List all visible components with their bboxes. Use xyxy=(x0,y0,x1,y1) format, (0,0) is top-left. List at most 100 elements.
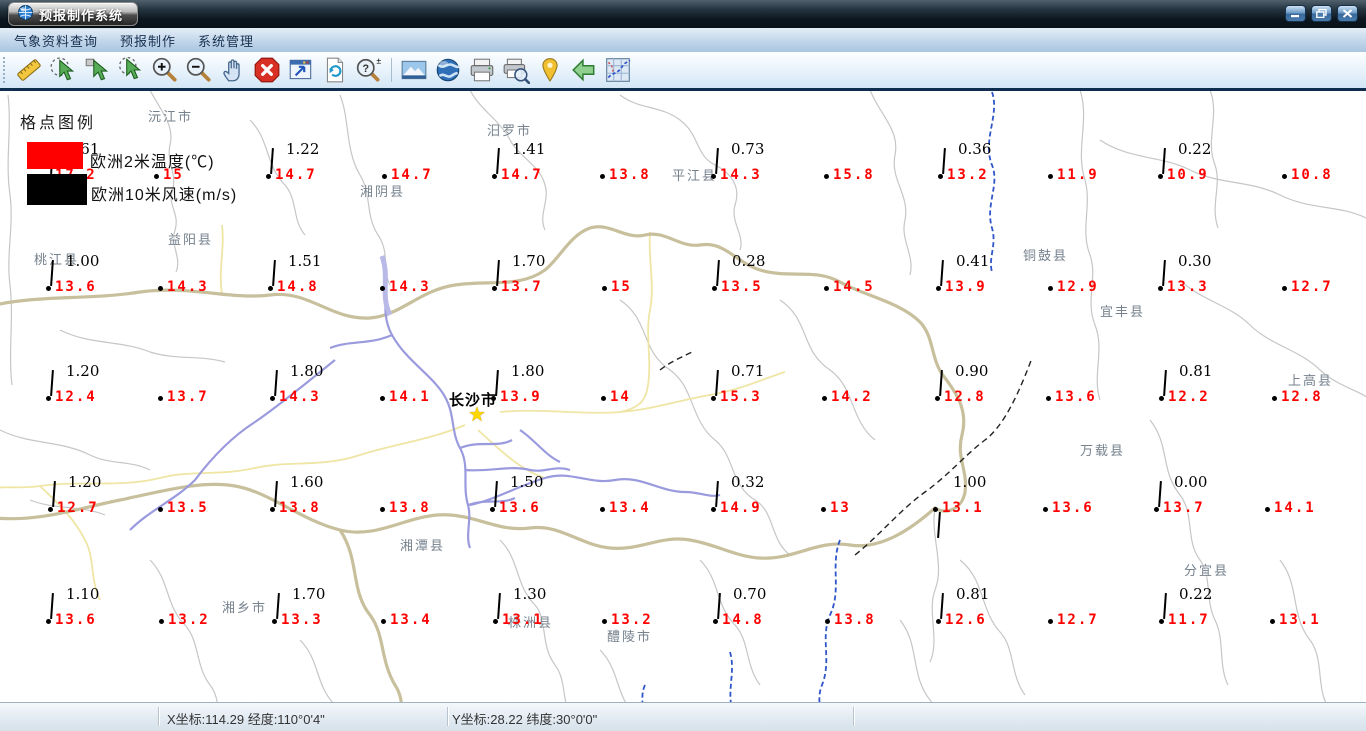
statusbar-divider xyxy=(158,707,159,726)
grid-point-temperature: 13.8 xyxy=(279,500,321,516)
wind-barb xyxy=(1158,480,1162,508)
map-city-label: 分宜县 xyxy=(1184,563,1230,578)
grid-point-dot xyxy=(1272,396,1277,401)
grid-point-temperature: 13.7 xyxy=(1163,500,1205,516)
grid-point-dot xyxy=(154,174,159,179)
grid-point-temperature: 10.9 xyxy=(1167,167,1209,183)
app-title-tab[interactable]: 预报制作系统 xyxy=(8,2,139,26)
grid-point-dot xyxy=(933,507,938,512)
select-arrow-icon[interactable] xyxy=(82,55,112,85)
measure-ruler-icon[interactable] xyxy=(14,55,44,85)
select-circle-icon[interactable] xyxy=(48,55,78,85)
minimize-button[interactable] xyxy=(1285,5,1306,22)
print-icon[interactable] xyxy=(467,55,497,85)
stop-cancel-icon[interactable] xyxy=(252,55,282,85)
grid-point-temperature: 12.2 xyxy=(1168,389,1210,405)
menu-weather-data-query[interactable]: 气象资料查询 xyxy=(14,31,98,50)
grid-point-temperature: 14.1 xyxy=(1274,500,1316,516)
toolbar-grip[interactable] xyxy=(3,57,8,83)
wind-barb xyxy=(1163,369,1167,397)
refresh-icon[interactable] xyxy=(320,55,350,85)
statusbar-divider xyxy=(853,707,854,726)
globe-icon xyxy=(18,5,33,23)
zoom-in-icon[interactable] xyxy=(150,55,180,85)
zoom-out-icon[interactable] xyxy=(184,55,214,85)
grid-point-wind-speed: 0.36 xyxy=(958,140,992,158)
svg-text:?: ? xyxy=(362,63,369,75)
map-city-label: 万载县 xyxy=(1080,443,1126,458)
map-city-label: 醴陵市 xyxy=(607,629,653,644)
grid-point-temperature: 14.7 xyxy=(501,167,543,183)
grid-point-wind-speed: 0.00 xyxy=(1174,473,1208,491)
grid-point-temperature: 13.5 xyxy=(721,279,763,295)
grid-point-temperature: 13.6 xyxy=(55,612,97,628)
wind-barb xyxy=(272,259,276,287)
grid-point-dot xyxy=(158,396,163,401)
export-image-icon[interactable] xyxy=(399,55,429,85)
wind-barb xyxy=(716,259,720,287)
pan-hand-icon[interactable] xyxy=(218,55,248,85)
identify-zoom-icon[interactable]: ? ± xyxy=(354,55,384,85)
grid-point-dot xyxy=(1159,619,1164,624)
close-button[interactable] xyxy=(1337,5,1358,22)
back-arrow-icon[interactable] xyxy=(569,55,599,85)
grid-point-dot xyxy=(711,396,716,401)
grid-point-temperature: 13.3 xyxy=(1167,279,1209,295)
restore-button[interactable] xyxy=(1311,5,1332,22)
grid-point-dot xyxy=(711,174,716,179)
menu-bar: 气象资料查询 预报制作 系统管理 xyxy=(0,28,1366,53)
wind-barb xyxy=(940,259,944,287)
grid-point-dot xyxy=(266,174,271,179)
grid-point-wind-speed: 0.28 xyxy=(732,252,766,270)
wind-barb xyxy=(274,369,278,397)
grid-point-dot xyxy=(1043,507,1048,512)
grid-point-wind-speed: 1.00 xyxy=(66,252,100,270)
grid-point-temperature: 13.8 xyxy=(609,167,651,183)
grid-point-dot xyxy=(1046,396,1051,401)
grid-point-wind-speed: 0.90 xyxy=(955,362,989,380)
grid-point-temperature: 13.6 xyxy=(55,279,97,295)
map-viewport[interactable]: 沅江市 汨罗市 湘阴县 益阳县 桃江县 平江县 铜鼓县 宜丰县 上高县 万载县 长沙市 湘潭县 湘乡市株… xyxy=(0,91,1366,703)
wind-barb xyxy=(717,592,721,620)
legend-temperature-label: 欧洲2米温度(℃) xyxy=(90,154,215,171)
full-extent-icon[interactable] xyxy=(286,55,316,85)
map-city-label: 铜鼓县 xyxy=(1023,248,1069,263)
wind-barb xyxy=(715,369,719,397)
globe-view-icon[interactable] xyxy=(433,55,463,85)
grid-point-wind-speed: 1.41 xyxy=(512,140,546,158)
app-window: { "window": { "title": "预报制作系统" }, "menu… xyxy=(0,0,1366,731)
grid-point-dot xyxy=(602,286,607,291)
wind-barb xyxy=(50,592,54,620)
grid-point-dot xyxy=(602,619,607,624)
grid-point-wind-speed: 1.80 xyxy=(290,362,324,380)
grid-map-icon[interactable] xyxy=(603,55,633,85)
map-city-label: 湘阴县 xyxy=(360,184,406,199)
print-preview-icon[interactable] xyxy=(501,55,531,85)
wind-barb xyxy=(496,259,500,287)
grid-point-temperature: 12.8 xyxy=(1281,389,1323,405)
grid-point-temperature: 10.8 xyxy=(1291,167,1333,183)
grid-point-dot xyxy=(712,286,717,291)
grid-point-dot xyxy=(380,286,385,291)
grid-point-wind-speed: 0.71 xyxy=(731,362,765,380)
menu-forecast-production[interactable]: 预报制作 xyxy=(120,31,176,50)
grid-point-dot xyxy=(824,286,829,291)
placemark-pin-icon[interactable] xyxy=(535,55,565,85)
grid-point-temperature: 14.7 xyxy=(275,167,317,183)
grid-point-wind-speed: 0.81 xyxy=(956,585,990,603)
toolbar: ? ± xyxy=(0,52,1366,91)
grid-point-dot xyxy=(1048,286,1053,291)
grid-point-temperature: 13.2 xyxy=(947,167,989,183)
legend-wind-label: 欧洲10米风速(m/s) xyxy=(91,187,238,204)
grid-point-wind-speed: 0.73 xyxy=(731,140,765,158)
grid-point-dot xyxy=(493,619,498,624)
legend-wind-swatch xyxy=(27,174,87,205)
wind-barb xyxy=(942,147,946,175)
grid-point-temperature: 13.4 xyxy=(390,612,432,628)
select-area-icon[interactable] xyxy=(116,55,146,85)
menu-system-management[interactable]: 系统管理 xyxy=(198,31,254,50)
grid-point-wind-speed: 1.20 xyxy=(66,362,100,380)
grid-point-temperature: 13.7 xyxy=(167,389,209,405)
grid-point-dot xyxy=(936,619,941,624)
grid-point-dot xyxy=(1159,396,1164,401)
